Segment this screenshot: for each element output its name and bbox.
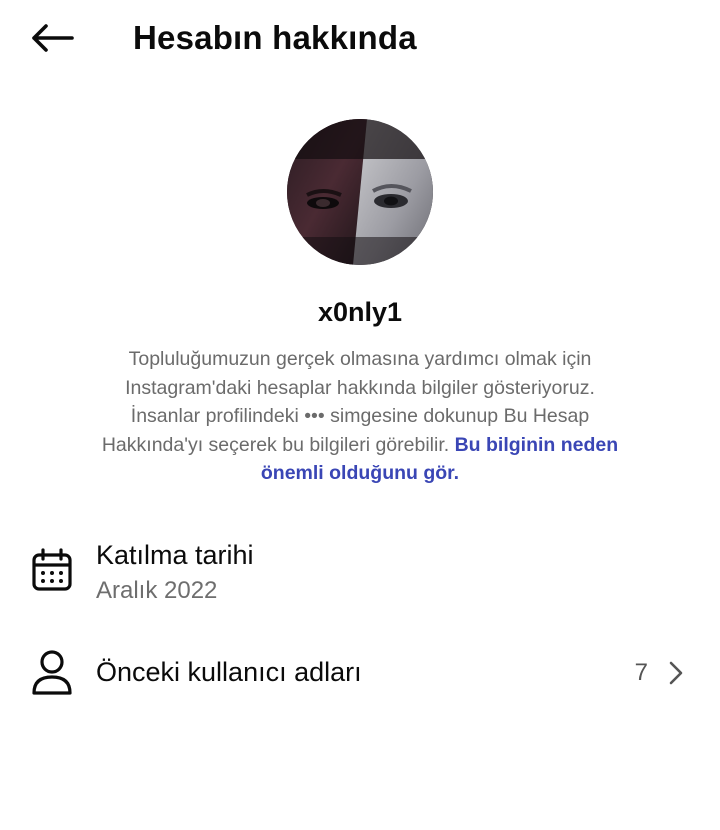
user-icon xyxy=(28,648,76,696)
former-usernames-row[interactable]: Önceki kullanıcı adları 7 xyxy=(0,646,720,698)
former-usernames-title: Önceki kullanıcı adları xyxy=(96,657,362,687)
about-account-page: Hesabın hakkında x0nly1 Topluluğumuzun g… xyxy=(0,0,720,830)
about-description: Topluluğumuzun gerçek olmasına yardımcı … xyxy=(70,345,650,488)
description-line-link: önemli olduğunu gör. xyxy=(70,459,650,488)
date-joined-row: Katılma tarihi Aralık 2022 xyxy=(0,536,720,612)
description-line: Topluluğumuzun gerçek olmasına yardımcı … xyxy=(128,348,592,370)
description-line: Hakkında'yı seçerek bu bilgileri görebil… xyxy=(101,433,450,456)
learn-more-link-continued[interactable]: önemli olduğunu gör. xyxy=(261,462,459,484)
back-button[interactable] xyxy=(24,16,80,64)
arrow-left-icon xyxy=(30,23,74,58)
avatar[interactable] xyxy=(287,119,433,265)
learn-more-link[interactable]: Bu bilginin neden xyxy=(455,434,619,456)
description-line: Instagram'daki hesaplar hakkında bilgile… xyxy=(125,376,595,399)
description-line-with-link: Hakkında'yı seçerek bu bilgileri görebil… xyxy=(70,431,650,460)
description-line: İnsanlar profilindeki ••• simgesine doku… xyxy=(130,405,590,428)
date-joined-title: Katılma tarihi xyxy=(96,540,254,570)
page-title: Hesabın hakkında xyxy=(133,19,417,56)
chevron-right-icon xyxy=(664,656,688,690)
date-joined-value: Aralık 2022 xyxy=(96,577,218,604)
calendar-icon xyxy=(28,546,76,594)
former-usernames-count: 7 xyxy=(634,659,648,686)
username: x0nly1 xyxy=(317,297,403,327)
